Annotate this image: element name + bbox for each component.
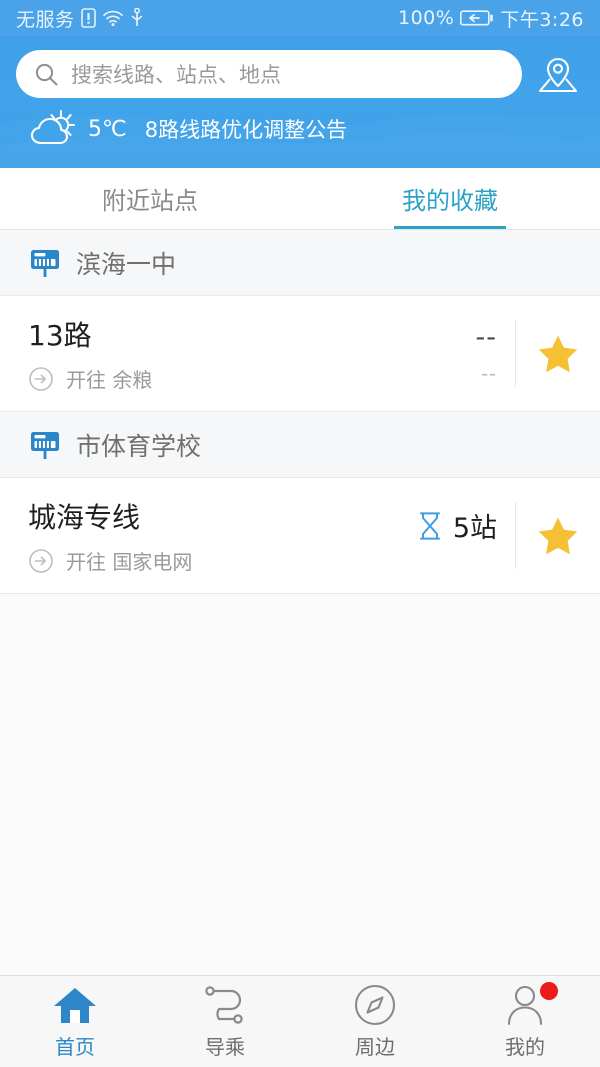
nav-item-home-label: 首页 [55, 1034, 95, 1059]
status-bar: 无服务 100% 下午3:26 [0, 0, 600, 36]
map-pin-icon[interactable] [532, 50, 584, 98]
search-row: 搜索线路、站点、地点 [0, 36, 600, 98]
bus-stop-sign-icon [31, 431, 59, 459]
nav-item-home[interactable]: 首页 [0, 976, 150, 1067]
station-group-header[interactable]: 滨海一中 [0, 230, 600, 296]
weather-notice-row[interactable]: 5℃ 8路线路优化调整公告 [0, 98, 600, 150]
battery-charging-icon [460, 10, 494, 26]
star-icon [538, 335, 578, 372]
route-info: 城海专线 开往 国家电网 [28, 496, 363, 575]
compass-icon [353, 984, 397, 1026]
tab-my-favorites[interactable]: 我的收藏 [300, 168, 600, 229]
battery-percent-label: 100% [398, 7, 455, 29]
favorites-list: 滨海一中 13路 开往 余粮 -- -- 市体育学校 城海专线 开往 国家电网 … [0, 230, 600, 975]
route-icon [201, 984, 249, 1026]
arrow-right-circle-icon [29, 548, 53, 573]
nav-item-nearby-label: 周边 [355, 1034, 395, 1059]
favorite-toggle[interactable] [516, 332, 600, 376]
status-bar-left: 无服务 [16, 5, 144, 32]
bus-stop-sign-icon [31, 249, 59, 277]
star-icon [538, 517, 578, 554]
route-eta-top: 5站 [417, 506, 497, 545]
search-placeholder-text: 搜索线路、站点、地点 [71, 63, 281, 87]
clock-label: 下午3:26 [500, 8, 584, 31]
bottom-navigation: 首页 导乘 周边 我的 [0, 975, 600, 1067]
arrow-right-circle-icon [29, 366, 53, 391]
nav-item-profile-label: 我的 [505, 1034, 545, 1059]
station-group-header[interactable]: 市体育学校 [0, 412, 600, 478]
announcement-text[interactable]: 8路线路优化调整公告 [145, 114, 347, 144]
hourglass-icon [419, 511, 440, 540]
carrier-label: 无服务 [16, 8, 75, 31]
route-direction-label: 开往 国家电网 [66, 550, 193, 574]
sim-alert-icon [80, 8, 96, 28]
person-icon [504, 981, 558, 1026]
route-eta: 5站 [363, 506, 515, 565]
tab-bar: 附近站点 我的收藏 [0, 168, 600, 230]
route-direction: 开往 余粮 [28, 364, 363, 393]
route-name: 城海专线 [28, 501, 141, 534]
tab-nearby-stops-label: 附近站点 [102, 187, 198, 215]
station-name: 滨海一中 [76, 249, 177, 279]
search-icon [35, 63, 58, 85]
route-eta-secondary: -- [481, 363, 497, 385]
tab-nearby-stops[interactable]: 附近站点 [0, 168, 300, 229]
weather-temperature: 5℃ [88, 116, 127, 142]
route-eta-top: -- [476, 322, 498, 353]
app-header: 搜索线路、站点、地点 5℃ 8路线路优化调整公告 [0, 36, 600, 168]
status-bar-right: 100% 下午3:26 [398, 5, 584, 32]
usb-icon [131, 8, 142, 26]
route-eta: -- -- [363, 322, 515, 385]
route-direction: 开往 国家电网 [28, 546, 363, 575]
search-input[interactable]: 搜索线路、站点、地点 [16, 50, 522, 98]
favorite-toggle[interactable] [516, 514, 600, 558]
route-info: 13路 开往 余粮 [28, 314, 363, 393]
tab-my-favorites-label: 我的收藏 [402, 187, 498, 215]
route-eta-value: -- [475, 322, 497, 353]
route-row[interactable]: 城海专线 开往 国家电网 5站 [0, 478, 600, 594]
nav-item-guide-label: 导乘 [205, 1034, 245, 1059]
app-screen: 无服务 100% 下午3:26 搜索线路、站点、地点 5℃ 8路线路优化调整公告… [0, 0, 600, 1067]
station-name: 市体育学校 [76, 431, 202, 461]
home-icon [52, 984, 98, 1026]
sun-behind-cloud-icon [30, 110, 75, 145]
route-eta-value: 5站 [452, 513, 497, 544]
wifi-icon [102, 10, 123, 27]
nav-item-nearby[interactable]: 周边 [300, 976, 450, 1067]
notification-badge [540, 981, 558, 1000]
route-row[interactable]: 13路 开往 余粮 -- -- [0, 296, 600, 412]
nav-item-profile[interactable]: 我的 [450, 976, 600, 1067]
route-name: 13路 [28, 319, 92, 352]
nav-item-guide[interactable]: 导乘 [150, 976, 300, 1067]
route-direction-label: 开往 余粮 [66, 368, 153, 392]
